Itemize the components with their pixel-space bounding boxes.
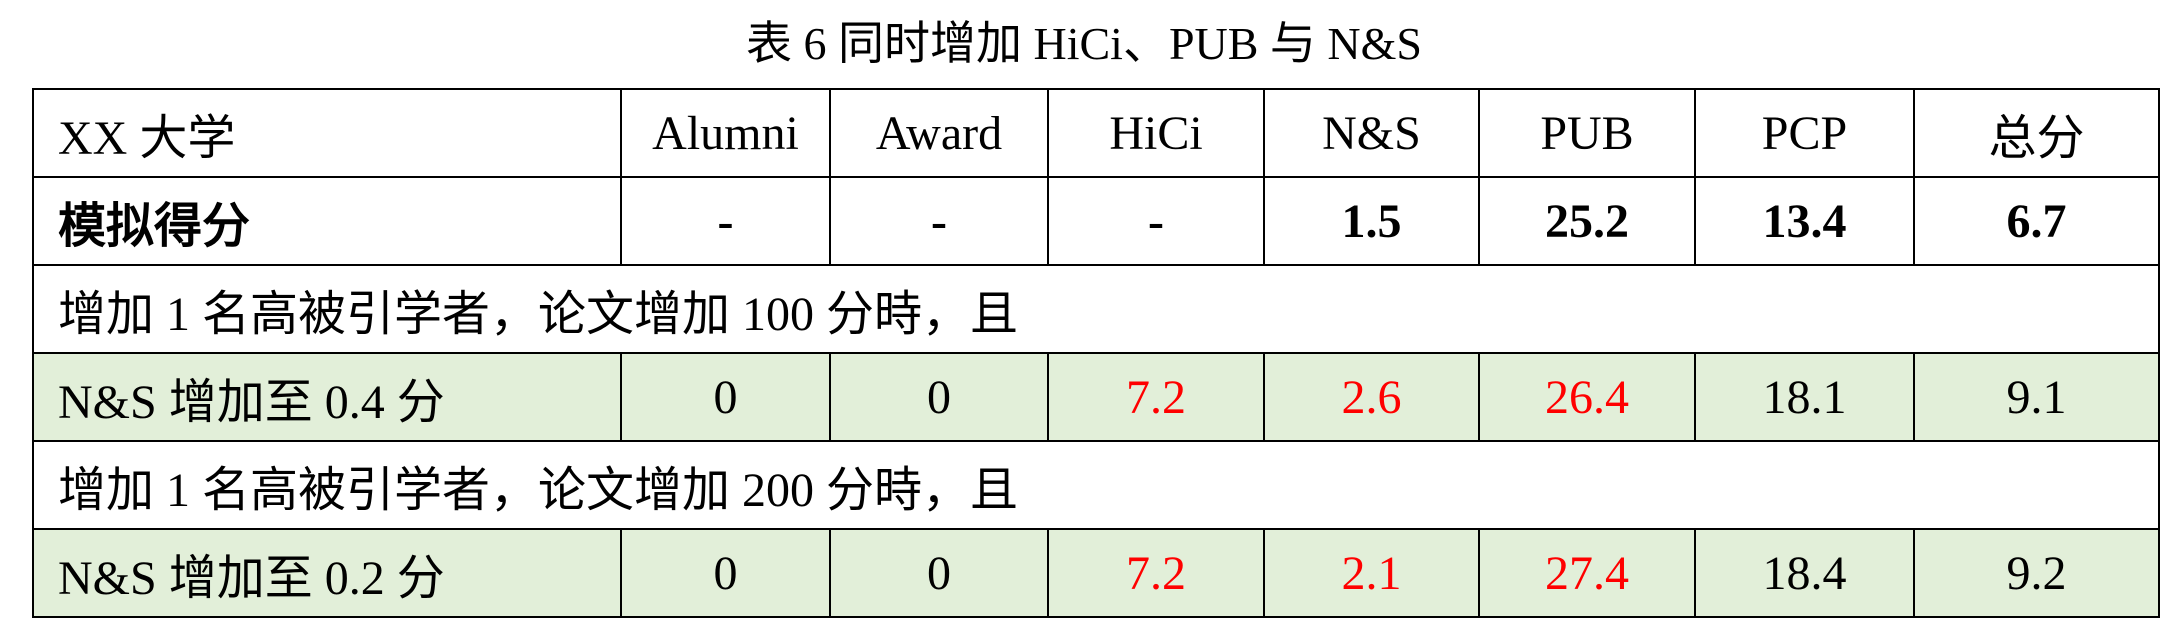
scenario-2-condition-row: 增加 1 名高被引学者，论文增加 200 分時，且 bbox=[32, 440, 2160, 530]
simulated-alumni: - bbox=[620, 176, 831, 266]
simulated-score-label: 模拟得分 bbox=[32, 176, 622, 266]
simulated-hici: - bbox=[1047, 176, 1265, 266]
score-table: XX 大学 Alumni Award HiCi N&S PUB PCP 总分 模… bbox=[32, 88, 2160, 618]
scenario-1-pub: 26.4 bbox=[1478, 352, 1696, 442]
scenario-2-ns: 2.1 bbox=[1263, 528, 1480, 618]
scenario-2-alumni: 0 bbox=[620, 528, 831, 618]
header-award: Award bbox=[829, 88, 1049, 178]
simulated-pcp: 13.4 bbox=[1694, 176, 1915, 266]
scenario-1-hici: 7.2 bbox=[1047, 352, 1265, 442]
scenario-2-pub: 27.4 bbox=[1478, 528, 1696, 618]
scenario-2-award: 0 bbox=[829, 528, 1049, 618]
scenario-2-row: N&S 增加至 0.2 分 0 0 7.2 2.1 27.4 18.4 9.2 bbox=[32, 528, 2160, 618]
scenario-1-condition-row: 增加 1 名高被引学者，论文增加 100 分時，且 bbox=[32, 264, 2160, 354]
scenario-2-pcp: 18.4 bbox=[1694, 528, 1915, 618]
scenario-2-hici: 7.2 bbox=[1047, 528, 1265, 618]
scenario-1-pcp: 18.1 bbox=[1694, 352, 1915, 442]
table-caption: 表 6 同时增加 HiCi、PUB 与 N&S bbox=[745, 18, 1423, 69]
header-row: XX 大学 Alumni Award HiCi N&S PUB PCP 总分 bbox=[32, 88, 2160, 178]
header-ns: N&S bbox=[1263, 88, 1480, 178]
header-university: XX 大学 bbox=[32, 88, 622, 178]
simulated-pub: 25.2 bbox=[1478, 176, 1696, 266]
scenario-1-ns: 2.6 bbox=[1263, 352, 1480, 442]
scenario-1-alumni: 0 bbox=[620, 352, 831, 442]
scenario-1-award: 0 bbox=[829, 352, 1049, 442]
scenario-1-row: N&S 增加至 0.4 分 0 0 7.2 2.6 26.4 18.1 9.1 bbox=[32, 352, 2160, 442]
scenario-1-label: N&S 增加至 0.4 分 bbox=[32, 352, 622, 442]
simulated-ns: 1.5 bbox=[1263, 176, 1480, 266]
simulated-score-row: 模拟得分 - - - 1.5 25.2 13.4 6.7 bbox=[32, 176, 2160, 266]
scenario-1-total: 9.1 bbox=[1913, 352, 2160, 442]
scenario-2-label: N&S 增加至 0.2 分 bbox=[32, 528, 622, 618]
header-hici: HiCi bbox=[1047, 88, 1265, 178]
header-alumni: Alumni bbox=[620, 88, 831, 178]
scenario-1-condition: 增加 1 名高被引学者，论文增加 100 分時，且 bbox=[32, 264, 2160, 354]
header-pub: PUB bbox=[1478, 88, 1696, 178]
header-pcp: PCP bbox=[1694, 88, 1915, 178]
scenario-2-condition: 增加 1 名高被引学者，论文增加 200 分時，且 bbox=[32, 440, 2160, 530]
simulated-total: 6.7 bbox=[1913, 176, 2160, 266]
scenario-2-total: 9.2 bbox=[1913, 528, 2160, 618]
simulated-award: - bbox=[829, 176, 1049, 266]
header-total: 总分 bbox=[1913, 88, 2160, 178]
